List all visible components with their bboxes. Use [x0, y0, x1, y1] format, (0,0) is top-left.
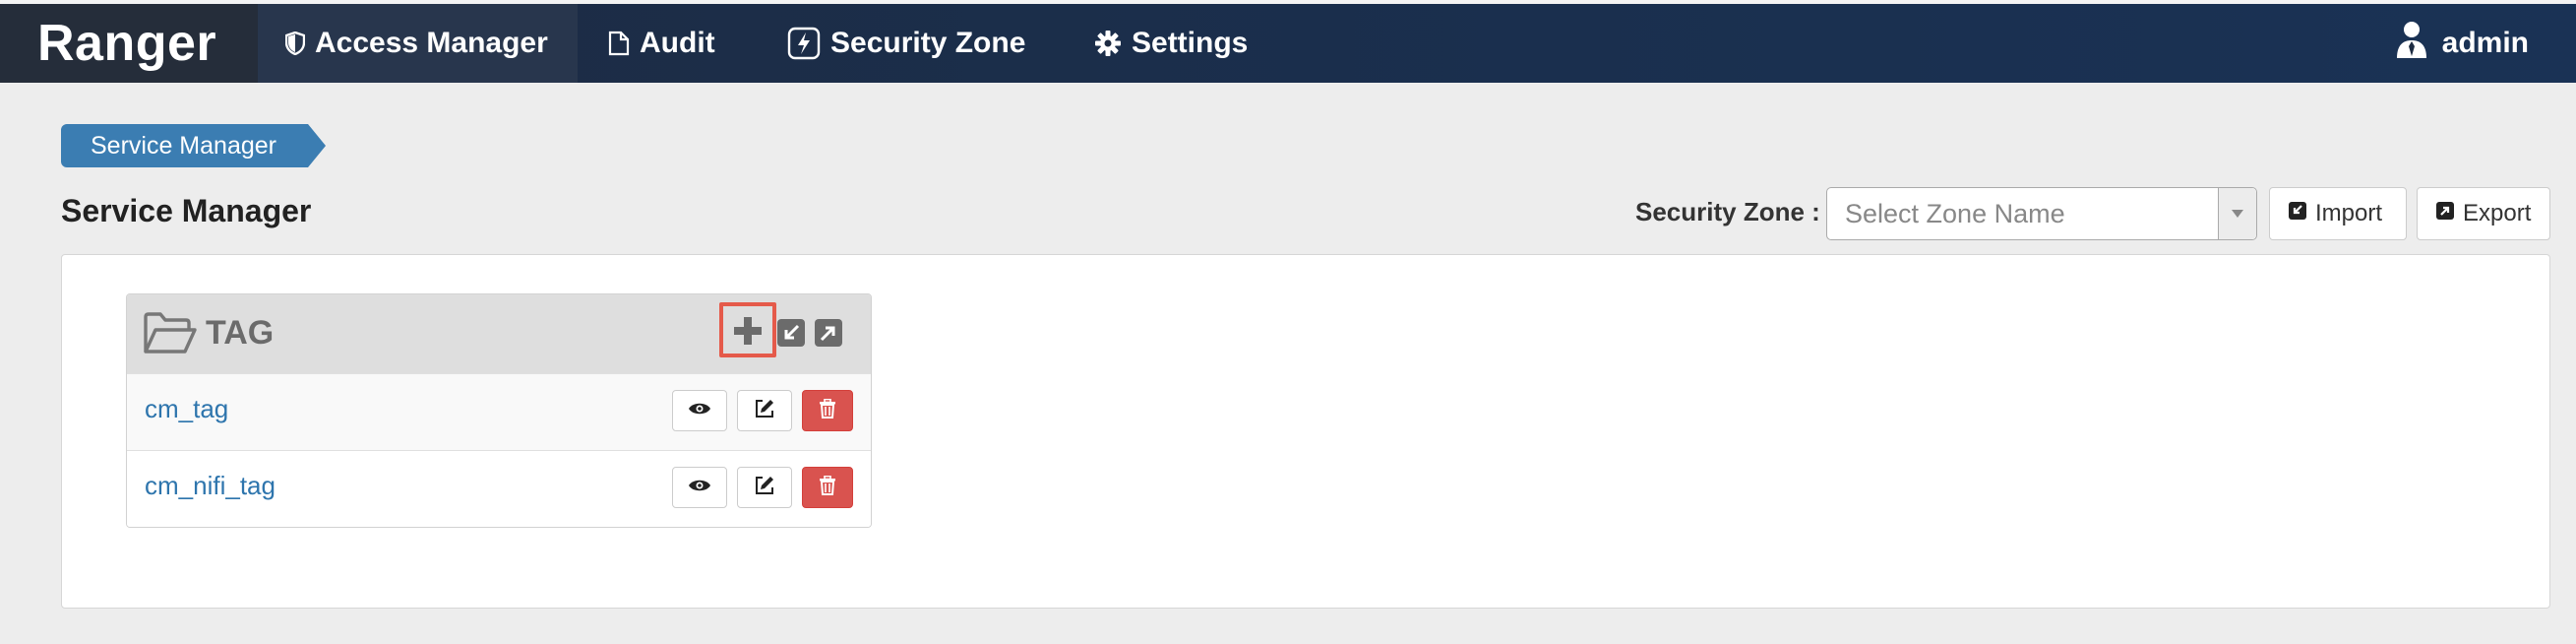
service-link[interactable]: cm_nifi_tag — [145, 451, 276, 520]
page-title: Service Manager — [61, 193, 312, 228]
eye-icon — [688, 401, 711, 421]
brand-logo[interactable]: Ranger — [0, 4, 258, 83]
user-name: admin — [2441, 27, 2529, 59]
view-service-button[interactable] — [672, 467, 727, 508]
nav-security-zone-label: Security Zone — [830, 27, 1026, 59]
import-service-icon[interactable] — [776, 318, 806, 353]
shield-icon — [285, 32, 305, 55]
gear-icon — [1094, 30, 1122, 57]
breadcrumb: Service Manager — [61, 124, 326, 167]
service-group-tag: TAG cm_tag cm_nifi_tag — [126, 293, 872, 528]
security-zone-placeholder: Select Zone Name — [1845, 199, 2065, 228]
service-row: cm_tag — [127, 373, 871, 450]
service-group-title: TAG — [206, 314, 275, 352]
service-row: cm_nifi_tag — [127, 450, 871, 527]
nav-access-manager-label: Access Manager — [315, 27, 548, 59]
security-zone-label: Security Zone : — [1635, 197, 1820, 226]
file-icon — [608, 31, 630, 56]
trash-icon — [819, 475, 836, 500]
edit-icon — [754, 398, 775, 424]
add-service-highlight — [719, 302, 776, 357]
breadcrumb-service-manager[interactable]: Service Manager — [61, 124, 308, 167]
import-icon — [2288, 200, 2307, 227]
edit-service-button[interactable] — [737, 467, 792, 508]
trash-icon — [819, 398, 836, 423]
nav-security-zone[interactable]: Security Zone — [787, 4, 1025, 83]
dropdown-arrow-icon[interactable] — [2218, 188, 2256, 239]
export-service-icon[interactable] — [814, 318, 843, 353]
nav-settings-label: Settings — [1132, 27, 1249, 59]
edit-service-button[interactable] — [737, 390, 792, 431]
security-zone-select[interactable]: Select Zone Name — [1826, 187, 2257, 240]
breadcrumb-arrow — [307, 124, 326, 167]
service-group-header: TAG — [127, 294, 871, 373]
user-menu[interactable]: admin — [2395, 4, 2529, 83]
nav-access-manager[interactable]: Access Manager — [258, 4, 578, 83]
view-service-button[interactable] — [672, 390, 727, 431]
export-icon — [2435, 200, 2455, 227]
nav-audit-label: Audit — [640, 27, 715, 59]
nav-settings[interactable]: Settings — [1094, 4, 1248, 83]
service-link[interactable]: cm_tag — [145, 374, 228, 443]
export-label: Export — [2463, 200, 2532, 226]
delete-service-button[interactable] — [802, 390, 853, 431]
top-navbar: Ranger Access Manager Audit Security Zon… — [0, 0, 2576, 83]
lightning-icon — [787, 27, 821, 60]
import-label: Import — [2315, 200, 2383, 226]
export-button[interactable]: Export — [2417, 187, 2550, 240]
nav-audit[interactable]: Audit — [608, 4, 715, 83]
edit-icon — [754, 475, 775, 501]
delete-service-button[interactable] — [802, 467, 853, 508]
folder-open-icon — [143, 312, 198, 360]
import-button[interactable]: Import — [2269, 187, 2407, 240]
user-icon — [2395, 20, 2428, 67]
eye-icon — [688, 478, 711, 498]
